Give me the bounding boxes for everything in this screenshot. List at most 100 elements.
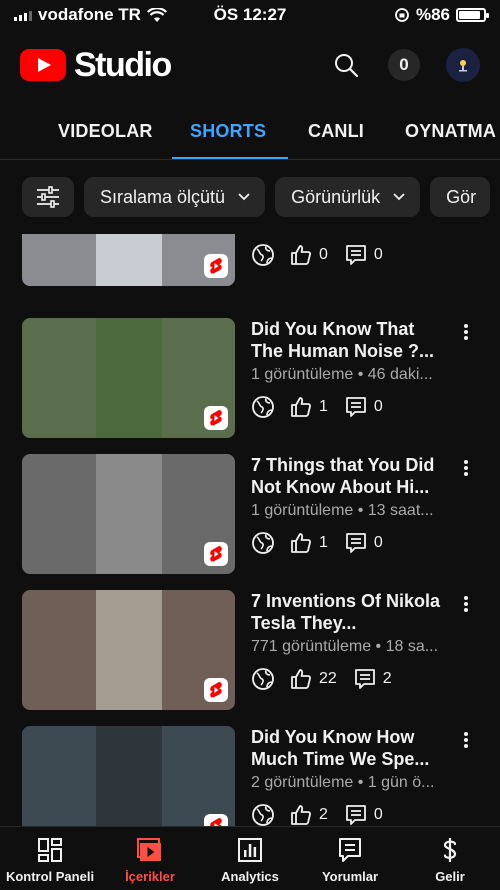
status-bar: vodafone TR ÖS 12:27 %86: [0, 0, 500, 30]
filter-bar: Sıralama ölçütü Görünürlük Gör: [0, 160, 500, 234]
nav-comments[interactable]: Yorumlar: [300, 827, 400, 890]
carrier-label: vodafone TR: [38, 5, 141, 24]
comment-count: 2: [382, 670, 392, 687]
video-thumbnail[interactable]: IS THE STATE I BOTH OF ME EAR: [22, 234, 235, 286]
comment-count: 0: [373, 806, 383, 823]
nav-comments-label: Yorumlar: [321, 869, 379, 884]
visibility-dropdown[interactable]: Görünürlük: [275, 177, 421, 217]
shorts-icon: [204, 542, 228, 566]
video-title: 7 Things that You Did Not Know About Hi.…: [251, 455, 435, 497]
analytics-icon: [238, 838, 262, 862]
thumbnail-frame: [96, 234, 162, 286]
wifi-icon: [146, 7, 167, 22]
video-title: Did You Know That The Human Noise ?...: [251, 319, 435, 361]
tab-shorts[interactable]: SHORTS: [190, 100, 266, 159]
like-count: 2: [319, 806, 328, 823]
notification-count-button[interactable]: 0: [388, 49, 420, 81]
nav-dashboard[interactable]: Kontrol Paneli: [0, 827, 100, 890]
shorts-icon: [204, 254, 228, 278]
chevron-down-icon: [238, 193, 250, 201]
like-icon: [289, 395, 313, 419]
sort-dropdown[interactable]: Sıralama ölçütü: [84, 177, 266, 217]
video-stats: 10: [251, 394, 399, 420]
video-meta: 1 görüntüleme • 13 saat...: [251, 502, 434, 519]
video-stats: 20: [251, 802, 399, 826]
battery-icon: [456, 8, 489, 22]
content-tabs: VIDEOLAR SHORTS CANLI OYNATMA: [0, 100, 500, 160]
thumbnail-frame: [96, 590, 162, 710]
search-button[interactable]: [330, 49, 362, 81]
sort-dropdown-label: Sıralama ölçütü: [100, 186, 226, 207]
third-filter-chip[interactable]: Gör: [430, 177, 491, 217]
video-stats: 10: [251, 530, 399, 556]
more-options-button[interactable]: [456, 458, 476, 478]
nav-earn-label: Gelir: [435, 869, 465, 884]
video-stats: 22 2: [251, 666, 408, 692]
tab-playlists[interactable]: OYNATMA: [405, 100, 496, 159]
thumbnail-frame: [96, 454, 162, 574]
video-list-item[interactable]: Did You Know That The Human Noise ?... 1 …: [0, 318, 500, 438]
nav-content[interactable]: İçerikler: [100, 827, 200, 890]
video-thumbnail[interactable]: [22, 318, 235, 438]
video-thumbnail[interactable]: [22, 454, 235, 574]
video-title: Did You Know How Much Time We Spe...: [251, 727, 430, 769]
visibility-globe-icon: [251, 243, 275, 267]
shorts-icon: [204, 406, 228, 430]
visibility-globe-icon: [251, 395, 275, 419]
video-thumbnail[interactable]: [22, 590, 235, 710]
more-vert-icon: [464, 732, 468, 748]
lamp-icon: [459, 60, 467, 72]
shorts-icon: [204, 814, 228, 826]
like-count: 22: [319, 670, 337, 687]
comment-icon: [344, 803, 368, 826]
visibility-globe-icon: [251, 803, 275, 826]
filter-settings-button[interactable]: [22, 177, 74, 217]
chevron-down-icon: [393, 193, 405, 201]
comment-icon: [344, 243, 368, 267]
dollar-icon: [443, 838, 457, 862]
like-icon: [289, 667, 313, 691]
visibility-globe-icon: [251, 667, 275, 691]
thumbnail-frame: [96, 726, 162, 826]
app-header: Studio 0: [0, 30, 500, 100]
youtube-studio-logo[interactable]: Studio: [20, 46, 330, 85]
avatar[interactable]: [446, 48, 480, 82]
comment-icon: [344, 531, 368, 555]
tab-live[interactable]: CANLI: [308, 100, 364, 159]
video-meta: 1 görüntüleme • 46 daki...: [251, 366, 433, 383]
youtube-play-icon: [20, 49, 66, 81]
shorts-icon: [204, 678, 228, 702]
logo-text: Studio: [74, 45, 172, 84]
nav-analytics[interactable]: Analytics: [200, 827, 300, 890]
like-icon: [289, 243, 313, 267]
comment-count: 0: [373, 398, 383, 415]
video-list-item[interactable]: Did You Know How Much Time We Spe... 2 gö…: [0, 726, 500, 826]
bottom-navigation: Kontrol Paneli İçerikler Analytics Yorum…: [0, 826, 500, 890]
orientation-lock-icon: [395, 8, 409, 22]
video-title: 7 Inventions Of Nikola Tesla They...: [251, 591, 441, 633]
like-icon: [289, 803, 313, 826]
more-options-button[interactable]: [456, 594, 476, 614]
dashboard-icon: [38, 838, 62, 862]
nav-analytics-label: Analytics: [221, 869, 279, 884]
like-count: 1: [319, 398, 328, 415]
like-count: 0: [319, 246, 328, 263]
video-list-item[interactable]: 7 Inventions Of Nikola Tesla They... 771 …: [0, 590, 500, 710]
more-vert-icon: [464, 324, 468, 340]
video-stats: 00: [251, 242, 399, 268]
battery-percent: %86: [415, 5, 450, 24]
more-options-button[interactable]: [456, 322, 476, 342]
video-list-item[interactable]: IS THE STATE I BOTH OF ME EAR1 görüntüle…: [0, 234, 500, 286]
like-icon: [289, 531, 313, 555]
video-meta: 771 görüntüleme • 18 sa...: [251, 638, 439, 655]
comment-icon: [344, 395, 368, 419]
more-options-button[interactable]: [456, 730, 476, 750]
nav-earn[interactable]: Gelir: [400, 827, 500, 890]
video-meta: 2 görüntüleme • 1 gün ö...: [251, 774, 435, 791]
signal-icon: [14, 9, 32, 21]
video-list-item[interactable]: 7 Things that You Did Not Know About Hi.…: [0, 454, 500, 574]
video-thumbnail[interactable]: [22, 726, 235, 826]
comment-icon: [353, 667, 377, 691]
more-vert-icon: [464, 460, 468, 476]
tab-videos[interactable]: VIDEOLAR: [58, 100, 153, 159]
